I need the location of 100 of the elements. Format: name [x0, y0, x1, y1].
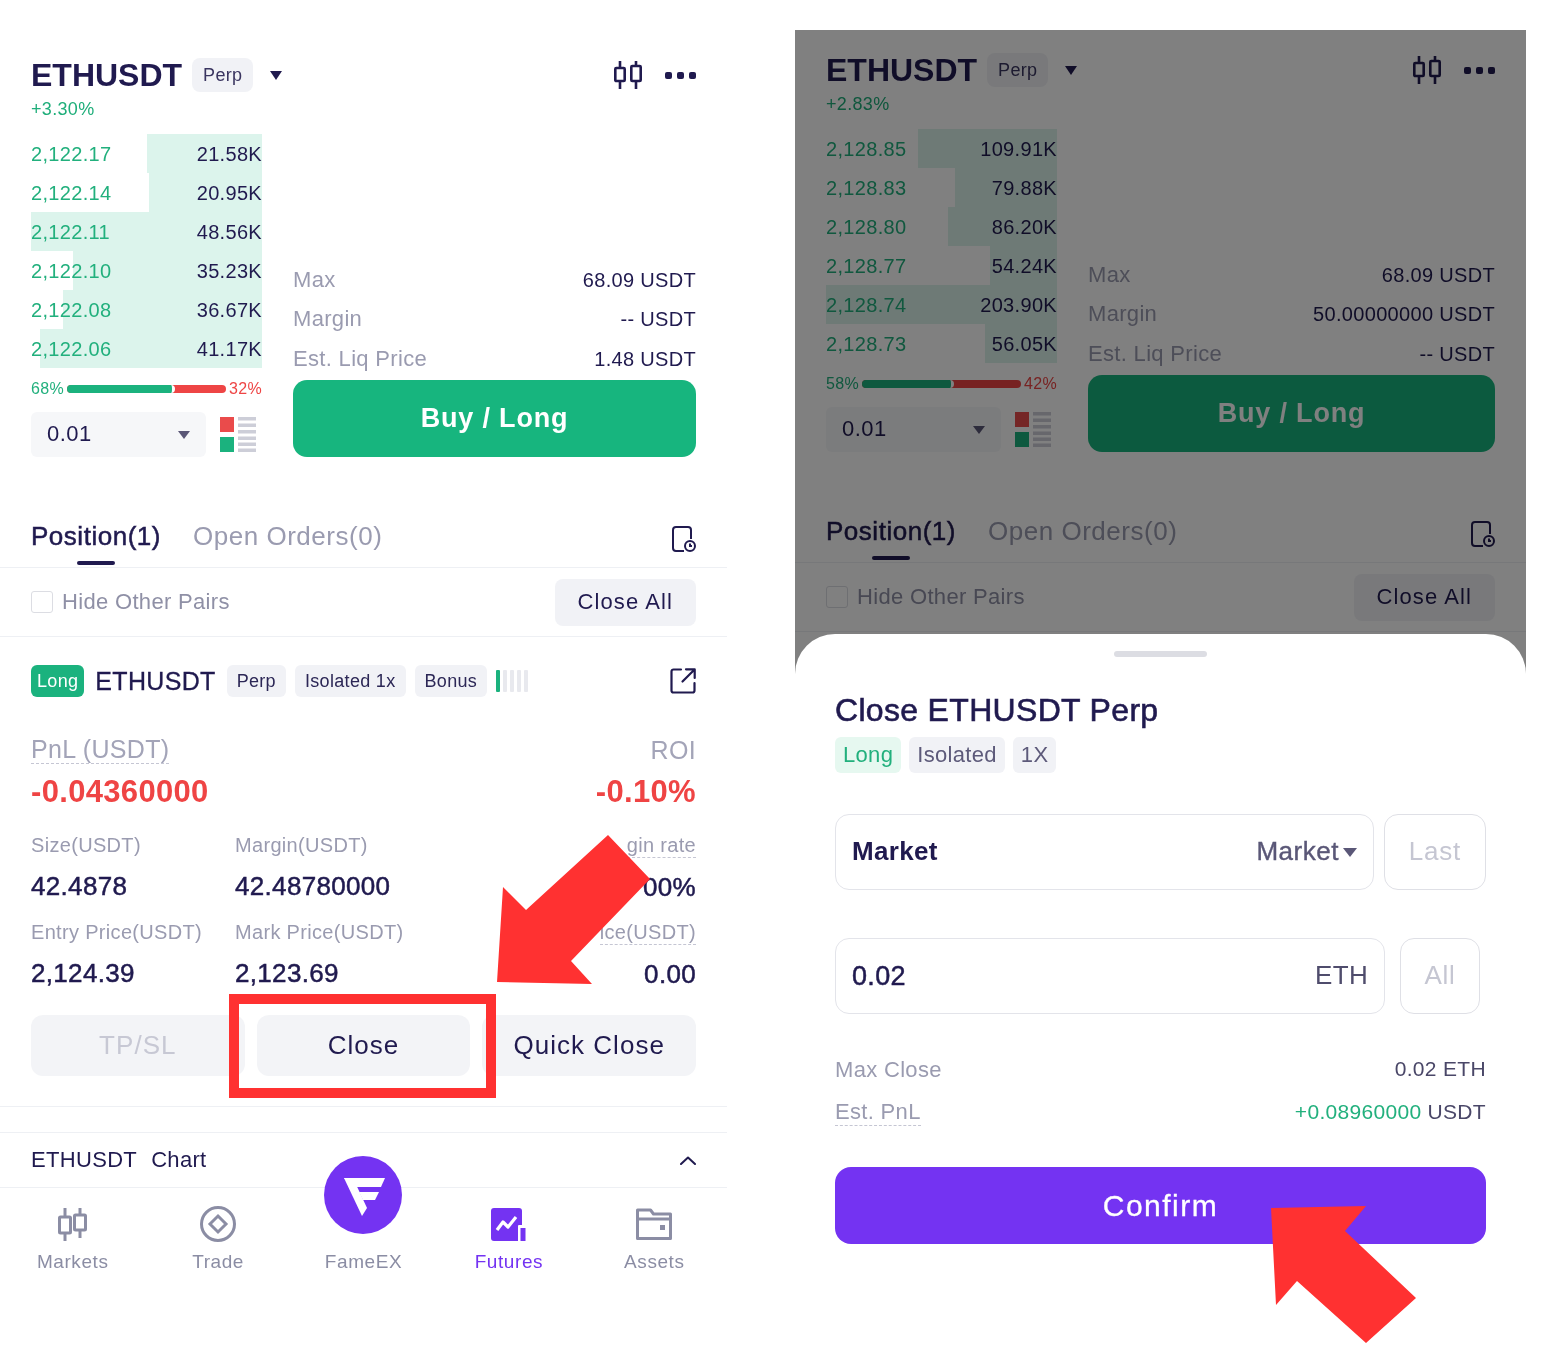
position-tag: Bonus	[414, 665, 488, 697]
diamond-circle-icon[interactable]	[200, 1206, 237, 1242]
pnl-value: -0.04360000	[31, 774, 209, 810]
chart-square-icon[interactable]	[490, 1206, 527, 1242]
stat-label: Entry Price(USDT)	[31, 921, 202, 944]
checkbox-label[interactable]: Hide Other Pairs	[62, 588, 230, 616]
price-value: Market	[852, 836, 938, 868]
pair-symbol: ETHUSDT	[31, 56, 183, 95]
order-amount: 203.90K	[980, 292, 1057, 317]
nav-tab[interactable]: FameEX	[290, 1156, 437, 1274]
order-price: 2,122.08	[31, 297, 112, 322]
action-button[interactable]: Close	[256, 1015, 471, 1076]
logo-icon[interactable]	[324, 1156, 403, 1234]
contract-tag: Perp	[192, 58, 254, 92]
candlestick-icon[interactable]	[614, 61, 642, 89]
stat-value: 2,123.69	[235, 958, 339, 988]
more-icon[interactable]	[665, 71, 696, 79]
bars-icon	[496, 670, 529, 692]
close-all-button[interactable]: Close All	[554, 578, 696, 626]
close-all-button[interactable]: Close All	[1353, 573, 1495, 621]
order-price: 2,128.74	[826, 292, 907, 317]
stat-value: 00%	[643, 872, 696, 902]
tab[interactable]: Position(1)	[826, 508, 956, 562]
form-value: -- USDT	[1419, 341, 1495, 366]
order-price: 2,122.17	[31, 141, 112, 166]
chart-symbol: ETHUSDT	[31, 1146, 138, 1174]
nav-tab[interactable]: Markets	[0, 1188, 146, 1274]
order-price: 2,128.73	[826, 331, 907, 356]
chart-label: Chart	[151, 1146, 207, 1174]
form-label: Margin	[293, 306, 363, 333]
stat-label: Margin(USDT)	[235, 834, 368, 857]
order-price: 2,128.83	[826, 175, 907, 200]
squares-lines-icon[interactable]	[220, 417, 256, 452]
order-price: 2,128.80	[826, 214, 907, 239]
order-price: 2,122.10	[31, 258, 112, 283]
order-type-dropdown[interactable]: Market	[1256, 836, 1357, 868]
caret-icon[interactable]	[270, 70, 283, 80]
order-amount: 48.56K	[196, 219, 262, 244]
amount-value: 0.02	[852, 959, 906, 993]
chevron-up-icon[interactable]	[680, 1155, 696, 1165]
sheet-title: Close ETHUSDT Perp	[835, 691, 1159, 730]
form-label: Est. Liq Price	[293, 345, 428, 372]
price-field[interactable]: Market Market	[835, 814, 1374, 890]
action-button[interactable]: Quick Close	[482, 1015, 696, 1076]
sell-ratio: 32%	[229, 379, 262, 399]
pnl-label: PnL (USDT)	[31, 735, 170, 764]
sheet-tag: Isolated	[909, 737, 1005, 773]
confirm-button[interactable]: Confirm	[835, 1167, 1486, 1244]
document-clock-icon[interactable]	[672, 526, 696, 552]
form-value: -- USDT	[620, 307, 696, 332]
form-value: 68.09 USDT	[1381, 262, 1495, 287]
tab[interactable]: Open Orders(0)	[193, 513, 383, 567]
caret-icon[interactable]	[178, 430, 190, 439]
buy-ratio: 58%	[826, 374, 859, 394]
checkbox-label[interactable]: Hide Other Pairs	[857, 583, 1025, 611]
stat-value: 42.48780000	[235, 871, 391, 901]
order-amount: 35.23K	[196, 258, 262, 283]
form-value: 68.09 USDT	[582, 267, 696, 292]
nav-tab[interactable]: Trade	[145, 1188, 291, 1274]
roi-value: -0.10%	[595, 774, 696, 810]
amount-field[interactable]: 0.02 ETH	[835, 938, 1385, 1014]
stat-value: 42.4878	[31, 871, 128, 901]
order-price: 2,122.06	[31, 336, 112, 361]
form-value: 1.48 USDT	[594, 346, 696, 371]
order-amount: 109.91K	[980, 136, 1057, 161]
order-price: 2,128.85	[826, 136, 907, 161]
order-amount: 21.58K	[196, 141, 262, 166]
checkbox[interactable]	[31, 591, 53, 613]
form-label: Max	[293, 266, 336, 293]
order-amount: 56.05K	[991, 331, 1057, 356]
pair-symbol: ETHUSDT	[826, 51, 978, 90]
info-label: Est. PnL	[835, 1098, 921, 1126]
order-amount: 41.17K	[196, 336, 262, 361]
stat-label: Mark Price(USDT)	[235, 921, 404, 944]
info-unit: USDT	[1427, 1099, 1486, 1125]
buy-long-button[interactable]: Buy / Long	[293, 379, 696, 457]
stat-value: 2,124.39	[31, 958, 135, 988]
form-value: 50.00000000 USDT	[1313, 302, 1495, 327]
precision-dropdown[interactable]: 0.01	[826, 407, 1001, 452]
nav-tab[interactable]: Assets	[581, 1188, 727, 1274]
order-amount: 86.20K	[991, 214, 1057, 239]
stat-label: Size(USDT)	[31, 834, 141, 857]
tab[interactable]: Position(1)	[31, 513, 161, 567]
side-tag: Long	[31, 665, 85, 697]
precision-dropdown[interactable]: 0.01	[31, 412, 206, 457]
info-label: Max Close	[835, 1055, 942, 1083]
contract-tag: Perp	[987, 53, 1049, 87]
folder-icon[interactable]	[636, 1208, 673, 1240]
unit-label: ETH	[1315, 960, 1368, 992]
share-icon[interactable]	[670, 668, 696, 694]
caret-icon[interactable]	[1343, 847, 1357, 857]
order-amount: 54.24K	[991, 253, 1057, 278]
drag-handle[interactable]	[1114, 651, 1207, 657]
price-change: +3.30%	[31, 98, 95, 120]
position-tag: Perp	[226, 665, 286, 697]
squares-lines-icon[interactable]	[1015, 412, 1051, 447]
order-amount: 36.67K	[196, 297, 262, 322]
position-tag: Isolated 1x	[294, 665, 406, 697]
order-amount: 20.95K	[196, 180, 262, 205]
nav-tab[interactable]: Futures	[436, 1188, 582, 1274]
